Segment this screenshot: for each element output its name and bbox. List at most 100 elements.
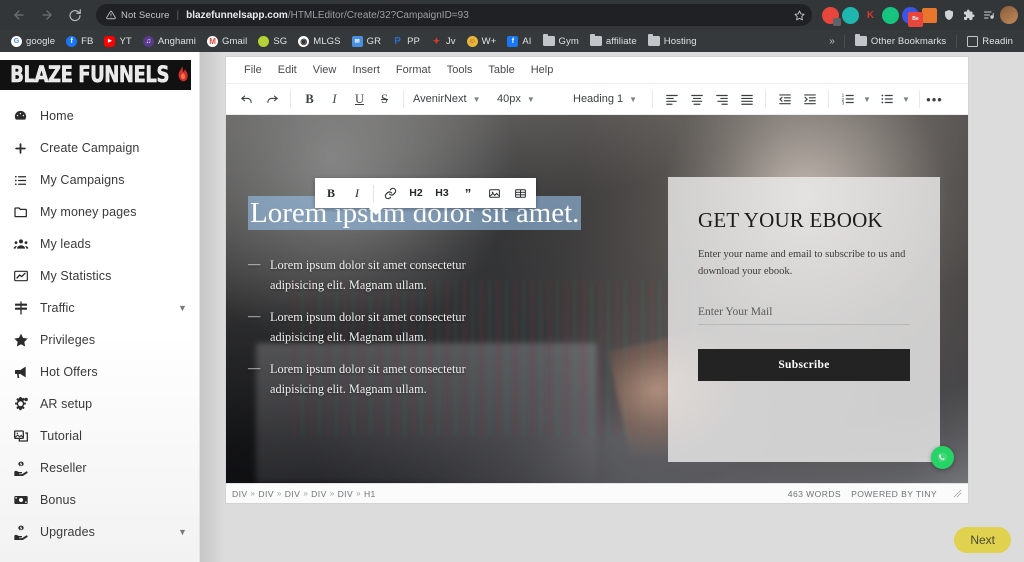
italic-button[interactable]: I: [322, 87, 347, 111]
reload-button[interactable]: [62, 2, 88, 28]
puzzle-icon[interactable]: [960, 7, 977, 24]
sidebar-item-my-statistics[interactable]: My Statistics: [0, 260, 199, 292]
sidebar-item-traffic[interactable]: Traffic ▼: [0, 292, 199, 324]
sidebar-item-privileges[interactable]: Privileges: [0, 324, 199, 356]
list-item[interactable]: Lorem ipsum dolor sit amet consectetur a…: [248, 359, 510, 400]
bookmark-folder-hosting[interactable]: Hosting: [643, 34, 702, 49]
breadcrumb-item[interactable]: DIV: [232, 489, 248, 499]
extension-behance-icon[interactable]: Be: [902, 6, 923, 27]
float-h2-button[interactable]: H2: [403, 181, 429, 205]
next-button[interactable]: Next: [954, 527, 1011, 553]
bookmark-ai[interactable]: f AI: [502, 34, 536, 49]
numbered-list-button[interactable]: 123: [835, 87, 860, 111]
breadcrumb-item[interactable]: H1: [364, 489, 376, 499]
float-table-button[interactable]: [507, 181, 533, 205]
align-right-button[interactable]: [709, 87, 734, 111]
breadcrumb-item[interactable]: DIV: [311, 489, 327, 499]
profile-avatar[interactable]: [1000, 6, 1018, 24]
bookmark-jv[interactable]: ✦ Jv: [426, 34, 461, 49]
sidebar-item-my-campaigns[interactable]: My Campaigns: [0, 164, 199, 196]
menu-format[interactable]: Format: [388, 61, 439, 79]
breadcrumb-item[interactable]: DIV: [338, 489, 354, 499]
reading-list-button[interactable]: Readin: [962, 34, 1018, 49]
bookmark-folder-affiliate[interactable]: affiliate: [585, 34, 642, 49]
subscribe-button[interactable]: Subscribe: [698, 348, 910, 381]
sidebar-item-bonus[interactable]: Bonus: [0, 484, 199, 516]
editor-canvas[interactable]: B I H2 H3 ” Lorem ipsum dolor sit amet. …: [226, 115, 968, 483]
menu-view[interactable]: View: [305, 61, 345, 79]
bookmark-gmail[interactable]: M Gmail: [202, 34, 252, 49]
bookmark-google[interactable]: G google: [6, 34, 60, 49]
sidebar-item-hot-offers[interactable]: Hot Offers: [0, 356, 199, 388]
redo-button[interactable]: [259, 87, 284, 111]
extension-red-icon[interactable]: [822, 6, 841, 26]
bookmark-pp[interactable]: P PP: [387, 34, 425, 49]
strikethrough-button[interactable]: S: [372, 87, 397, 111]
float-italic-button[interactable]: I: [344, 181, 370, 205]
menu-file[interactable]: File: [236, 61, 270, 79]
resize-handle-icon[interactable]: [953, 489, 962, 498]
bookmark-anghami[interactable]: ♫ Anghami: [138, 34, 201, 49]
brand-logo[interactable]: BLAZE FUNNELS: [0, 60, 191, 90]
shield-icon[interactable]: [940, 7, 957, 24]
sidebar-item-my-money-pages[interactable]: My money pages: [0, 196, 199, 228]
float-blockquote-button[interactable]: ”: [455, 181, 481, 205]
sidebar-item-my-leads[interactable]: My leads: [0, 228, 199, 260]
underline-button[interactable]: U: [347, 87, 372, 111]
address-bar[interactable]: Not Secure | blazefunnelsapp.com/HTMLEdi…: [96, 4, 812, 26]
bookmark-folder-gym[interactable]: Gym: [538, 34, 584, 49]
breadcrumb-item[interactable]: DIV: [285, 489, 301, 499]
reading-list-icon[interactable]: [980, 7, 997, 24]
sidebar-item-create-campaign[interactable]: Create Campaign: [0, 132, 199, 164]
float-link-button[interactable]: [377, 181, 403, 205]
chat-bubble-icon[interactable]: [931, 446, 954, 469]
font-family-select[interactable]: AvenirNext ▼: [406, 87, 490, 111]
sidebar-item-home[interactable]: Home: [0, 100, 199, 132]
float-bold-button[interactable]: B: [318, 181, 344, 205]
other-bookmarks-button[interactable]: Other Bookmarks: [850, 34, 951, 49]
list-item[interactable]: Lorem ipsum dolor sit amet consectetur a…: [248, 307, 510, 348]
extension-k-icon[interactable]: K: [862, 7, 879, 24]
sidebar-item-ar-setup[interactable]: AR setup: [0, 388, 199, 420]
bookmark-mlgs[interactable]: ◉ MLGS: [293, 34, 345, 49]
align-justify-button[interactable]: [734, 87, 759, 111]
extension-teal-icon[interactable]: [842, 6, 859, 24]
chevron-down-icon[interactable]: ▼: [178, 527, 187, 537]
tiny-branding[interactable]: POWERED BY TINY: [851, 489, 937, 499]
forward-button[interactable]: [34, 2, 60, 28]
undo-button[interactable]: [234, 87, 259, 111]
align-center-button[interactable]: [684, 87, 709, 111]
float-image-button[interactable]: [481, 181, 507, 205]
sidebar-item-tutorial[interactable]: Tutorial: [0, 420, 199, 452]
menu-insert[interactable]: Insert: [344, 61, 388, 79]
indent-button[interactable]: [797, 87, 822, 111]
sidebar-item-reseller[interactable]: Reseller: [0, 452, 199, 484]
bookmarks-overflow-button[interactable]: »: [825, 36, 839, 47]
breadcrumb-item[interactable]: DIV: [258, 489, 274, 499]
numbered-list-chevron[interactable]: ▼: [860, 87, 874, 111]
bullet-list-chevron[interactable]: ▼: [899, 87, 913, 111]
bookmark-yt[interactable]: ▶ YT: [99, 34, 136, 49]
extension-orange-icon[interactable]: [922, 7, 937, 23]
menu-help[interactable]: Help: [523, 61, 562, 79]
outdent-button[interactable]: [772, 87, 797, 111]
chevron-down-icon[interactable]: ▼: [178, 303, 187, 313]
bookmark-fb[interactable]: f FB: [61, 34, 98, 49]
menu-table[interactable]: Table: [480, 61, 522, 79]
block-format-select[interactable]: Heading 1 ▼: [566, 87, 650, 111]
menu-tools[interactable]: Tools: [439, 61, 481, 79]
float-h3-button[interactable]: H3: [429, 181, 455, 205]
menu-edit[interactable]: Edit: [270, 61, 305, 79]
align-left-button[interactable]: [659, 87, 684, 111]
bold-button[interactable]: B: [297, 87, 322, 111]
list-item[interactable]: Lorem ipsum dolor sit amet consectetur a…: [248, 255, 510, 296]
font-size-select[interactable]: 40px ▼: [490, 87, 566, 111]
back-button[interactable]: [6, 2, 32, 28]
bookmark-wplus[interactable]: ☺ W+: [462, 34, 502, 49]
sidebar-item-upgrades[interactable]: Upgrades ▼: [0, 516, 199, 548]
more-toolbar-button[interactable]: •••: [922, 87, 947, 111]
bookmark-star-icon[interactable]: [790, 6, 808, 24]
bookmark-sg[interactable]: SG: [253, 34, 292, 49]
bullet-list-button[interactable]: [874, 87, 899, 111]
bookmark-gr[interactable]: ✉ GR: [347, 34, 386, 49]
